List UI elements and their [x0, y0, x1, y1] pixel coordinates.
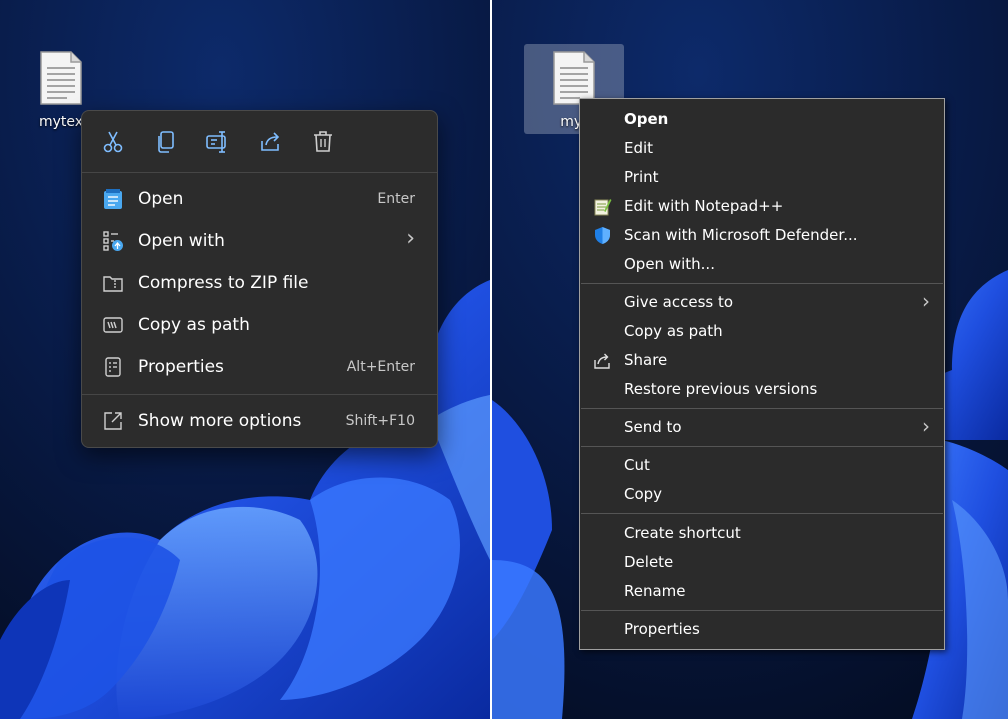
delete-icon — [314, 131, 332, 152]
cut-icon — [103, 131, 123, 153]
delete-button[interactable] — [310, 129, 336, 155]
open-with-icon — [103, 231, 123, 251]
menu-item-print[interactable]: Print — [580, 163, 944, 192]
share-icon — [261, 132, 280, 151]
text-file-icon — [40, 51, 82, 105]
copy-button[interactable] — [153, 129, 179, 155]
shortcut-label: Shift+F10 — [345, 413, 415, 429]
menu-item-label: Edit — [624, 139, 654, 157]
menu-item-show-more-options[interactable]: Show more options Shift+F10 — [82, 402, 437, 440]
menu-item-label: Create shortcut — [624, 524, 741, 542]
menu-item-label: Properties — [624, 620, 700, 638]
shortcut-label: Alt+Enter — [346, 359, 415, 375]
menu-item-label: Copy as path — [138, 315, 250, 335]
menu-item-label: Restore previous versions — [624, 380, 818, 398]
menu-item-cut[interactable]: Cut — [580, 451, 944, 480]
menu-item-open-with[interactable]: Open with... — [580, 250, 944, 279]
menu-item-copy-as-path[interactable]: Copy as path — [82, 306, 437, 344]
menu-separator — [581, 283, 943, 284]
menu-item-label: Send to — [624, 418, 682, 436]
notepad-plus-plus-icon — [594, 199, 612, 216]
modern-context-menu: Open Enter Open with › Compress to ZIP f… — [81, 110, 438, 448]
menu-item-share[interactable]: Share — [580, 346, 944, 375]
menu-item-label: Rename — [624, 582, 686, 600]
classic-context-menu: Open Edit Print Edit with Notepad++ Scan… — [579, 98, 945, 650]
menu-item-label: Open — [138, 189, 184, 209]
menu-item-label: Print — [624, 168, 659, 186]
properties-icon — [105, 357, 121, 377]
show-more-options-icon — [104, 412, 122, 430]
menu-item-label: Open with... — [624, 255, 715, 273]
copy-path-icon — [103, 317, 123, 333]
chevron-right-icon: › — [922, 289, 930, 313]
zip-folder-icon — [103, 276, 123, 292]
menu-item-label: Edit with Notepad++ — [624, 197, 784, 215]
copy-icon — [158, 131, 174, 153]
notepad-icon — [104, 189, 122, 209]
menu-item-copy[interactable]: Copy — [580, 480, 944, 509]
shortcut-label: Enter — [377, 191, 415, 207]
menu-item-label: Share — [624, 351, 668, 369]
menu-item-compress-zip[interactable]: Compress to ZIP file — [82, 264, 437, 302]
menu-item-label: Open — [624, 110, 669, 128]
menu-item-edit-with-notepad-plus-plus[interactable]: Edit with Notepad++ — [580, 192, 944, 221]
menu-separator — [581, 408, 943, 409]
defender-shield-icon — [595, 227, 610, 244]
menu-separator — [581, 610, 943, 611]
menu-item-rename[interactable]: Rename — [580, 577, 944, 606]
rename-button[interactable] — [205, 129, 231, 155]
menu-item-give-access-to[interactable]: Give access to › — [580, 288, 944, 317]
chevron-right-icon: › — [922, 414, 930, 438]
windows11-context-menu-pane: mytex Open Enter Open with › Compress to… — [0, 0, 490, 719]
menu-item-label: Copy — [624, 485, 663, 503]
menu-item-label: Scan with Microsoft Defender... — [624, 226, 858, 244]
menu-item-edit[interactable]: Edit — [580, 134, 944, 163]
menu-item-label: Show more options — [138, 411, 302, 431]
rename-icon — [206, 131, 226, 153]
menu-item-label: Delete — [624, 553, 674, 571]
menu-item-copy-as-path[interactable]: Copy as path — [580, 317, 944, 346]
menu-item-label: Open with — [138, 231, 225, 251]
menu-item-restore-previous-versions[interactable]: Restore previous versions — [580, 375, 944, 404]
menu-item-label: Give access to — [624, 293, 734, 311]
menu-separator — [82, 172, 437, 173]
menu-item-label: Compress to ZIP file — [138, 273, 309, 293]
menu-toolbar — [82, 111, 437, 171]
menu-item-scan-with-defender[interactable]: Scan with Microsoft Defender... — [580, 221, 944, 250]
menu-item-send-to[interactable]: Send to › — [580, 413, 944, 442]
chevron-right-icon: › — [406, 226, 415, 251]
menu-item-delete[interactable]: Delete — [580, 548, 944, 577]
menu-item-label: Cut — [624, 456, 650, 474]
menu-separator — [82, 394, 437, 395]
menu-item-properties[interactable]: Properties Alt+Enter — [82, 348, 437, 386]
menu-separator — [581, 446, 943, 447]
share-icon — [594, 353, 610, 369]
classic-context-menu-pane: myt Open Edit Print Edit with Notepad++ … — [492, 0, 1008, 719]
menu-item-properties[interactable]: Properties — [580, 615, 944, 644]
share-button[interactable] — [258, 129, 284, 155]
menu-item-open[interactable]: Open — [580, 105, 944, 134]
menu-separator — [581, 513, 943, 514]
menu-item-open[interactable]: Open Enter — [82, 180, 437, 218]
menu-item-label: Properties — [138, 357, 224, 377]
cut-button[interactable] — [100, 129, 126, 155]
menu-item-open-with[interactable]: Open with › — [82, 222, 437, 260]
menu-item-label: Copy as path — [624, 322, 723, 340]
menu-item-create-shortcut[interactable]: Create shortcut — [580, 519, 944, 548]
